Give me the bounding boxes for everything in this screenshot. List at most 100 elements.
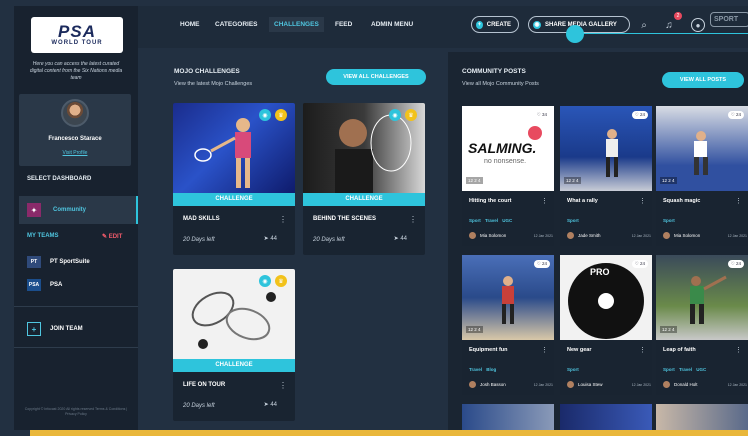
like-badge[interactable]: ♡ 24 [727,111,744,119]
dashboard-item-community[interactable]: ✦ Community [19,196,138,224]
author-name: Mia Solomon [480,233,507,238]
post-title: New gear [567,347,592,353]
svg-text:PRO: PRO [590,267,610,277]
more-options-icon[interactable]: ⋮ [541,346,548,354]
profile-card: Francesco Starace Visit Profile [19,94,131,166]
post-date: 12 Jan 2021 [631,382,651,387]
challenge-card[interactable]: ◉ ♛ CHALLENGE LIFE ON TOUR ⋮ 20 Days lef… [173,269,295,421]
like-count: 24 [639,112,645,117]
psa-logo[interactable]: PSA WORLD TOUR [31,17,123,53]
logo-sub: WORLD TOUR [51,40,103,46]
post-author: Donald Holt 12 Jan 2021 [663,381,747,388]
trophy-icon[interactable]: ♛ [275,275,287,287]
post-author: Louisa Stew 12 Jan 2021 [567,381,651,388]
view-all-posts-button[interactable]: VIEW ALL POSTS [662,72,744,88]
community-posts-panel: COMMUNITY POSTS View all Mojo Community … [448,52,748,430]
post-tags: Travel Blog [469,367,497,372]
challenge-band: CHALLENGE [173,193,295,206]
user-icon[interactable]: ● [691,18,705,32]
like-badge[interactable]: ♡ 24 [631,111,648,119]
team-label: PT SportSuite [50,259,90,265]
community-subtitle: View all Mojo Community Posts [462,81,539,87]
days-left: 20 Days left [313,237,345,243]
challenge-card[interactable]: ◉ ♛ CHALLENGE MAD SKILLS ⋮ 20 Days left … [173,103,295,255]
post-card[interactable]: ♡ 24 12 2 4 Leap of faith ⋮ Sport Travel… [656,255,748,395]
post-author: Jade Smith 12 Jan 2021 [567,232,651,239]
nav-challenges[interactable]: CHALLENGES [269,17,324,32]
bell-icon[interactable]: ♫ [662,18,676,32]
post-card[interactable]: ♡ 24 12 2 4 Squash magic ⋮ Sport Mia Sol… [656,106,748,246]
nav-admin-menu[interactable]: ADMIN MENU [371,21,413,28]
share-count[interactable]: ➤ 44 [264,235,277,242]
more-options-icon[interactable]: ⋮ [409,215,417,224]
sidebar-description: Here you can access the latest curated d… [29,61,123,81]
nav-home[interactable]: HOME [180,21,200,28]
trophy-icon[interactable]: ♛ [405,109,417,121]
post-date: 12 Jan 2021 [727,382,747,387]
like-badge[interactable]: ♡ 34 [533,111,550,119]
more-options-icon[interactable]: ⋮ [541,197,548,205]
more-options-icon[interactable]: ⋮ [279,381,287,390]
post-card[interactable]: ♡ 24 12 2 4 What a rally ⋮ Sport Jade Sm… [560,106,652,246]
join-team-button[interactable]: + JOIN TEAM [27,322,83,336]
post-card[interactable]: SALMING. no nonsense. ♡ 34 12 2 4 Hittin… [462,106,554,246]
challenge-band: CHALLENGE [303,193,425,206]
like-badge[interactable]: ♡ 24 [727,260,744,268]
community-title: COMMUNITY POSTS [462,68,526,75]
post-date: 12 Jan 2021 [631,233,651,238]
eye-icon[interactable]: ◉ [389,109,401,121]
team-item-ptsportsuite[interactable]: PT PT SportSuite [27,256,90,268]
eye-icon[interactable]: ◉ [259,275,271,287]
view-all-challenges-button[interactable]: VIEW ALL CHALLENGES [326,69,426,85]
nav-feed[interactable]: FEED [335,21,352,28]
like-count: 24 [639,261,645,266]
nav-categories[interactable]: CATEGORIES [215,21,258,28]
like-badge[interactable]: ♡ 24 [631,260,648,268]
share-count[interactable]: ➤ 44 [264,401,277,408]
trophy-icon[interactable]: ♛ [275,109,287,121]
challenge-title: LIFE ON TOUR [183,382,226,388]
author-name: Josh Basson [480,382,506,387]
mojo-title: MOJO CHALLENGES [174,68,240,75]
cursor-line [583,33,748,34]
visit-profile-link[interactable]: Visit Profile [19,150,131,156]
post-card[interactable]: ♡ 24 12 2 4 Equipment fun ⋮ Travel Blog … [462,255,554,395]
mojo-challenges-panel: MOJO CHALLENGES View the latest Mojo Cha… [164,52,442,430]
mojo-subtitle: View the latest Mojo Challenges [174,81,253,87]
author-name: Jade Smith [578,233,601,238]
post-stats: 12 2 4 [564,177,581,184]
more-options-icon[interactable]: ⋮ [279,215,287,224]
post-card[interactable]: PRO ♡ 24 New gear ⋮ Sport Louisa Stew 12 … [560,255,652,395]
post-date: 12 Jan 2021 [533,233,553,238]
like-badge[interactable]: ♡ 24 [533,260,550,268]
edit-label: EDIT [108,234,123,240]
create-button[interactable]: + CREATE [471,16,519,33]
challenge-band: CHALLENGE [173,359,295,372]
like-count: 24 [735,112,741,117]
divider [14,306,138,307]
post-card-partial[interactable] [656,404,748,430]
share-count[interactable]: ➤ 44 [394,235,407,242]
avatar[interactable] [61,99,89,127]
share-count-value: 44 [270,236,277,242]
post-card-partial[interactable] [560,404,652,430]
salming-text: SALMING. [468,140,537,156]
challenge-card[interactable]: ◉ ♛ CHALLENGE BEHIND THE SCENES ⋮ 20 Day… [303,103,425,255]
more-options-icon[interactable]: ⋮ [735,197,742,205]
sport-switcher[interactable]: SPORT [710,12,748,27]
challenge-title: BEHIND THE SCENES [313,216,377,222]
team-item-psa[interactable]: PSA PSA [27,279,62,291]
pt-sportsuite-icon: PT [27,256,41,268]
search-icon[interactable]: ⌕ [637,18,651,32]
pencil-icon: ✎ [102,234,109,240]
post-title: What a rally [567,198,598,204]
more-options-icon[interactable]: ⋮ [735,346,742,354]
post-author: Mia Solomon 12 Jan 2021 [663,232,747,239]
edit-teams-button[interactable]: ✎ EDIT [102,233,122,240]
post-date: 12 Jan 2021 [533,382,553,387]
post-stats: 12 2 4 [466,177,483,184]
eye-icon[interactable]: ◉ [259,109,271,121]
post-card-partial[interactable] [462,404,554,430]
more-options-icon[interactable]: ⋮ [639,346,646,354]
more-options-icon[interactable]: ⋮ [639,197,646,205]
